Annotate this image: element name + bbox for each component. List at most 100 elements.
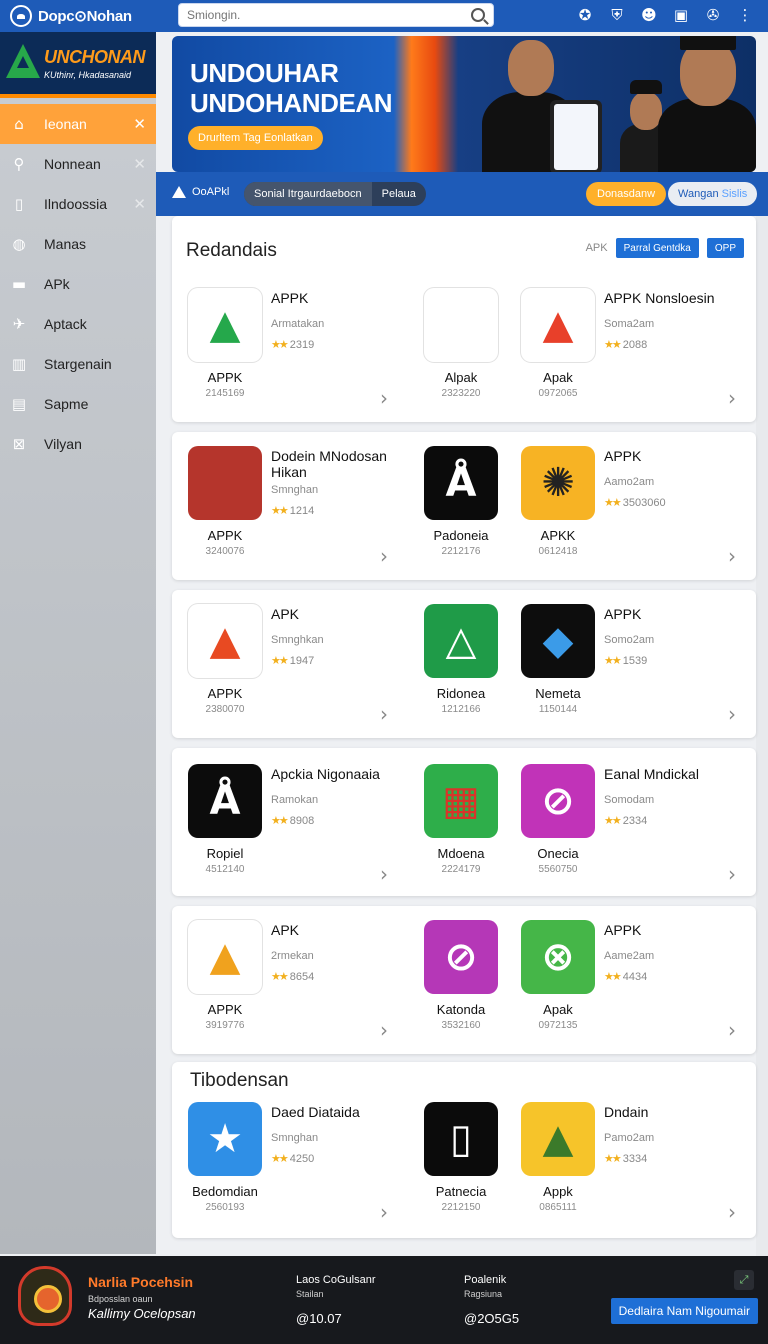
sidebar-item-folder[interactable]: ▬ APk: [0, 264, 156, 304]
sidebar-item-home[interactable]: ⌂ Ieonan ✕: [0, 104, 156, 144]
app-icon[interactable]: [188, 446, 262, 520]
app-label[interactable]: Apak: [521, 1002, 595, 1017]
app-label[interactable]: Bedomdian: [188, 1184, 262, 1199]
star-icon[interactable]: ✪: [576, 6, 594, 24]
more-icon[interactable]: ⋮: [736, 6, 754, 24]
app-icon[interactable]: △: [424, 604, 498, 678]
app-icon[interactable]: ▦: [424, 764, 498, 838]
chevron-right-icon[interactable]: ›: [728, 702, 736, 726]
segment-right[interactable]: Pelaua: [372, 182, 426, 206]
app-name[interactable]: APK: [271, 606, 299, 622]
search-input[interactable]: [187, 8, 471, 22]
app-label[interactable]: Ropiel: [188, 846, 262, 861]
app-label[interactable]: Padoneia: [424, 528, 498, 543]
app-label[interactable]: APPK: [188, 370, 262, 385]
app-name[interactable]: APPK Nonsloesin: [604, 290, 715, 306]
sidebar-item-pin[interactable]: ◍ Manas: [0, 224, 156, 264]
app-name[interactable]: Dndain: [604, 1104, 648, 1120]
app-name[interactable]: APK: [271, 922, 299, 938]
close-icon[interactable]: ✕: [133, 155, 146, 173]
app-icon[interactable]: ⊘: [424, 920, 498, 994]
bookmark-icon[interactable]: ▣: [672, 6, 690, 24]
app-label[interactable]: Nemeta: [521, 686, 595, 701]
app-label[interactable]: Ridonea: [424, 686, 498, 701]
app-label[interactable]: Mdoena: [424, 846, 498, 861]
sidebar-item-bag[interactable]: ▯ Ilndoossia ✕: [0, 184, 156, 224]
app-icon[interactable]: ▯: [424, 1102, 498, 1176]
search-icon[interactable]: [471, 8, 485, 22]
app-icon[interactable]: ▲: [188, 288, 262, 362]
sidebar-item-box[interactable]: ⊠ Vilyan: [0, 424, 156, 464]
chevron-right-icon[interactable]: ›: [380, 544, 388, 568]
chevron-right-icon[interactable]: ›: [728, 862, 736, 886]
app-rating: ★★ 2334: [604, 814, 647, 827]
sidebar-item-list[interactable]: ▥ Stargenain: [0, 344, 156, 384]
app-name[interactable]: Eanal Mndickal: [604, 766, 699, 782]
filter-chip[interactable]: OPP: [706, 238, 744, 258]
app-label[interactable]: Katonda: [424, 1002, 498, 1017]
app-label[interactable]: Patnecia: [424, 1184, 498, 1199]
filter-label[interactable]: APK: [586, 242, 608, 254]
app-icon[interactable]: ◆: [521, 604, 595, 678]
notification-icon[interactable]: ✇: [704, 6, 722, 24]
chevron-right-icon[interactable]: ›: [728, 386, 736, 410]
close-icon[interactable]: ✕: [133, 115, 146, 133]
sidebar-item-window[interactable]: ▤ Sapme: [0, 384, 156, 424]
app-code: 2145169: [205, 388, 245, 399]
app-label[interactable]: APPK: [188, 528, 262, 543]
segment-left[interactable]: Sonial Itrgaurdaebocn: [244, 182, 372, 206]
sub-logo[interactable]: OoAPkl: [172, 186, 229, 198]
chevron-right-icon[interactable]: ›: [380, 862, 388, 886]
app-label[interactable]: APPK: [188, 1002, 262, 1017]
app-name[interactable]: APPK: [271, 290, 308, 306]
app-name[interactable]: Daed Diataida: [271, 1104, 360, 1120]
app-label[interactable]: Apak: [521, 370, 595, 385]
app-name-line2[interactable]: Hikan: [271, 464, 307, 480]
app-icon[interactable]: ▲: [521, 288, 595, 362]
chevron-right-icon[interactable]: ›: [380, 386, 388, 410]
user-icon[interactable]: ☻: [640, 6, 658, 24]
close-icon[interactable]: ✕: [133, 195, 146, 213]
shield-icon[interactable]: ⛨: [608, 6, 626, 24]
app-icon[interactable]: ⊘: [521, 764, 595, 838]
sidebar-item-bird[interactable]: ✈ Aptack: [0, 304, 156, 344]
footer-action-button[interactable]: Dedlaira Nam Nigoumair: [610, 1298, 758, 1324]
filter-chip[interactable]: Parral Gentdka: [615, 238, 699, 258]
app-glyph-icon: ▲: [209, 302, 241, 348]
app-label[interactable]: APKK: [521, 528, 595, 543]
app-icon[interactable]: ▲: [521, 1102, 595, 1176]
app-label[interactable]: Onecia: [521, 846, 595, 861]
chevron-right-icon[interactable]: ›: [380, 702, 388, 726]
hero-banner[interactable]: UNDOUHAR UNDOHANDEAN Drurltem Tag Eonlat…: [172, 36, 756, 172]
hero-cta-button[interactable]: Drurltem Tag Eonlatkan: [188, 126, 323, 150]
sidebar-logo[interactable]: UNCHONAN KUthinr, Hkadasanaid: [0, 32, 156, 98]
app-icon[interactable]: ⊗: [521, 920, 595, 994]
app-icon[interactable]: ★: [188, 1102, 262, 1176]
app-icon[interactable]: [424, 288, 498, 362]
app-label[interactable]: Appk: [521, 1184, 595, 1199]
app-icon[interactable]: Å: [424, 446, 498, 520]
light-button[interactable]: Wangan Sislis: [668, 182, 758, 206]
app-icon[interactable]: ▲: [188, 604, 262, 678]
app-name[interactable]: APPK: [604, 922, 641, 938]
app-name[interactable]: Dodein MNodosan: [271, 448, 387, 464]
chevron-right-icon[interactable]: ›: [380, 1018, 388, 1042]
scrollbar[interactable]: [756, 216, 768, 1256]
app-name[interactable]: APPK: [604, 448, 641, 464]
app-label[interactable]: Alpak: [424, 370, 498, 385]
expand-icon[interactable]: ⤢: [734, 1270, 754, 1290]
sidebar-item-search[interactable]: ⚲ Nonnean ✕: [0, 144, 156, 184]
orange-button[interactable]: Donasdanw: [586, 182, 667, 206]
app-name[interactable]: APPK: [604, 606, 641, 622]
chevron-right-icon[interactable]: ›: [728, 1200, 736, 1224]
app-icon[interactable]: Å: [188, 764, 262, 838]
search-box[interactable]: [178, 3, 494, 27]
app-label[interactable]: APPK: [188, 686, 262, 701]
chevron-right-icon[interactable]: ›: [728, 544, 736, 568]
app-icon[interactable]: ✺: [521, 446, 595, 520]
brand[interactable]: Dopc⊙Nohan: [10, 5, 178, 27]
chevron-right-icon[interactable]: ›: [728, 1018, 736, 1042]
app-name[interactable]: Apckia Nigonaaia: [271, 766, 380, 782]
app-icon[interactable]: ▲: [188, 920, 262, 994]
chevron-right-icon[interactable]: ›: [380, 1200, 388, 1224]
